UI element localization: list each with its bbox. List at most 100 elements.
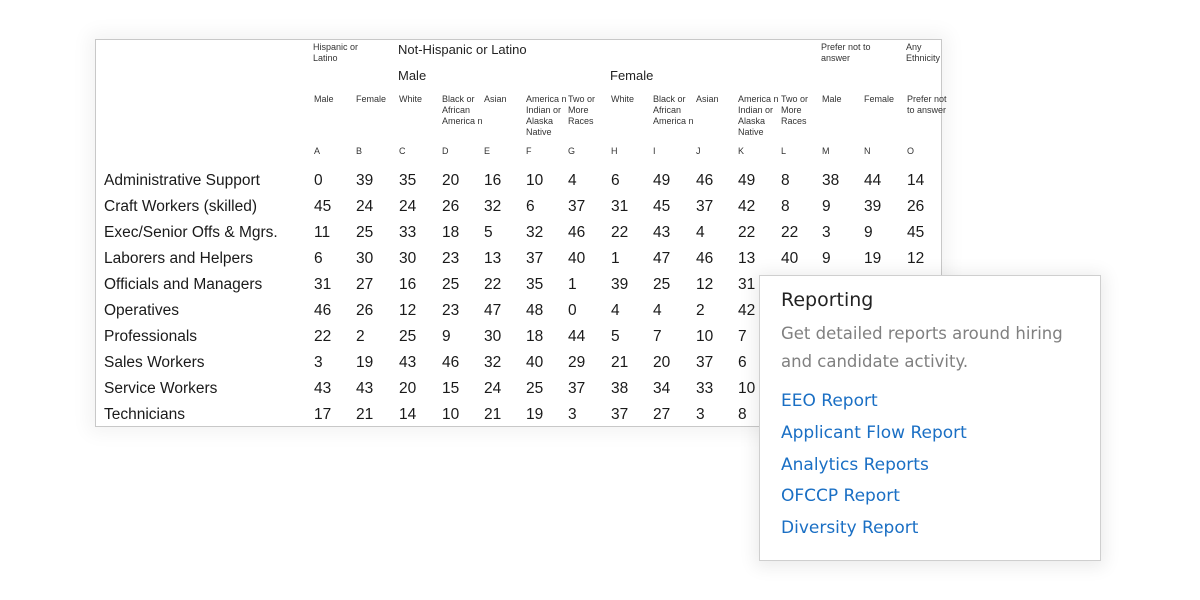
table-cell: 37 [568, 198, 586, 215]
table-cell: 22 [781, 224, 799, 241]
table-cell: 37 [696, 354, 714, 371]
table-cell: 37 [611, 406, 629, 423]
table-cell: 22 [611, 224, 629, 241]
popup-description: Get detailed reports around hiring and c… [781, 324, 1063, 371]
table-cell: 20 [653, 354, 671, 371]
column-letter: N [864, 146, 871, 156]
table-cell: 17 [314, 406, 332, 423]
table-cell: 23 [442, 250, 460, 267]
header-prefer-not: Prefer not to answer [821, 42, 871, 63]
table-cell: 43 [314, 380, 332, 397]
column-letter: M [822, 146, 830, 156]
table-cell: 19 [526, 406, 544, 423]
eeo-report-link[interactable]: EEO Report [781, 391, 878, 411]
table-cell: 39 [611, 276, 629, 293]
table-cell: 25 [526, 380, 544, 397]
table-cell: 10 [526, 172, 544, 189]
table-cell: 21 [611, 354, 629, 371]
table-cell: 27 [356, 276, 374, 293]
row-label: Craft Workers (skilled) [104, 198, 258, 215]
table-cell: 44 [568, 328, 586, 345]
table-cell: 25 [442, 276, 460, 293]
table-cell: 29 [568, 354, 586, 371]
table-cell: 34 [653, 380, 671, 397]
table-cell: 30 [484, 328, 502, 345]
table-cell: 33 [696, 380, 714, 397]
column-header-label: Black or African America n [653, 94, 694, 126]
row-label: Officials and Managers [104, 276, 263, 293]
table-cell: 22 [484, 276, 502, 293]
popup-title: Reporting [781, 289, 874, 311]
table-cell: 31 [611, 198, 629, 215]
column-letter: O [907, 146, 915, 156]
table-cell: 37 [568, 380, 586, 397]
table-cell: 1 [611, 250, 620, 267]
table-cell: 45 [314, 198, 332, 215]
header-any-ethnicity: Any Ethnicity [906, 42, 941, 63]
table-cell: 10 [442, 406, 460, 423]
table-cell: 32 [484, 354, 502, 371]
analytics-reports-link[interactable]: Analytics Reports [781, 455, 929, 475]
table-cell: 6 [738, 354, 747, 371]
column-letter: A [314, 146, 321, 156]
table-cell: 40 [526, 354, 544, 371]
table-cell: 49 [653, 172, 671, 189]
table-cell: 16 [484, 172, 502, 189]
header-not-hispanic: Not-Hispanic or Latino [398, 42, 527, 57]
diversity-report-link[interactable]: Diversity Report [781, 518, 918, 538]
table-cell: 21 [356, 406, 374, 423]
table-cell: 0 [568, 302, 577, 319]
table-cell: 46 [442, 354, 460, 371]
table-cell: 10 [696, 328, 714, 345]
table-cell: 43 [399, 354, 417, 371]
column-header-label: Asian [696, 94, 719, 104]
table-cell: 43 [653, 224, 671, 241]
column-letter: K [738, 146, 745, 156]
table-cell: 6 [611, 172, 620, 189]
table-cell: 15 [442, 380, 460, 397]
table-cell: 49 [738, 172, 756, 189]
table-cell: 6 [526, 198, 535, 215]
table-cell: 2 [696, 302, 705, 319]
table-cell: 46 [696, 172, 714, 189]
table-cell: 37 [696, 198, 714, 215]
table-cell: 32 [526, 224, 544, 241]
table-cell: 22 [314, 328, 332, 345]
table-cell: 47 [484, 302, 502, 319]
table-cell: 26 [356, 302, 374, 319]
header-female: Female [610, 68, 654, 83]
table-cell: 37 [526, 250, 544, 267]
column-header-label: Prefer not to answer [907, 94, 947, 115]
column-header-label: Male [822, 94, 842, 104]
table-cell: 9 [442, 328, 451, 345]
table-cell: 47 [653, 250, 671, 267]
table-cell: 44 [864, 172, 882, 189]
table-cell: 38 [611, 380, 629, 397]
table-cell: 12 [907, 250, 925, 267]
table-cell: 48 [526, 302, 544, 319]
column-header-label: White [611, 94, 635, 104]
table-cell: 20 [442, 172, 460, 189]
table-cell: 27 [653, 406, 671, 423]
column-letter: E [484, 146, 491, 156]
column-letter: J [696, 146, 701, 156]
column-header-label: America n Indian or Alaska Native [738, 94, 779, 137]
ofccp-report-link[interactable]: OFCCP Report [781, 486, 900, 506]
row-label: Exec/Senior Offs & Mgrs. [104, 224, 278, 241]
applicant-flow-report-link[interactable]: Applicant Flow Report [781, 423, 967, 443]
table-cell: 46 [314, 302, 332, 319]
table-cell: 24 [356, 198, 374, 215]
row-label: Professionals [104, 328, 198, 345]
table-cell: 4 [611, 302, 620, 319]
table-cell: 33 [399, 224, 417, 241]
reporting-popup: Reporting Get detailed reports around hi… [759, 275, 1101, 561]
table-cell: 10 [738, 380, 756, 397]
table-cell: 4 [696, 224, 705, 241]
table-cell: 4 [568, 172, 577, 189]
table-cell: 3 [696, 406, 705, 423]
row-label: Technicians [104, 406, 185, 423]
table-cell: 3 [314, 354, 323, 371]
table-cell: 11 [314, 224, 331, 241]
header-hispanic: Hispanic or Latino [313, 42, 359, 63]
table-cell: 30 [399, 250, 417, 267]
